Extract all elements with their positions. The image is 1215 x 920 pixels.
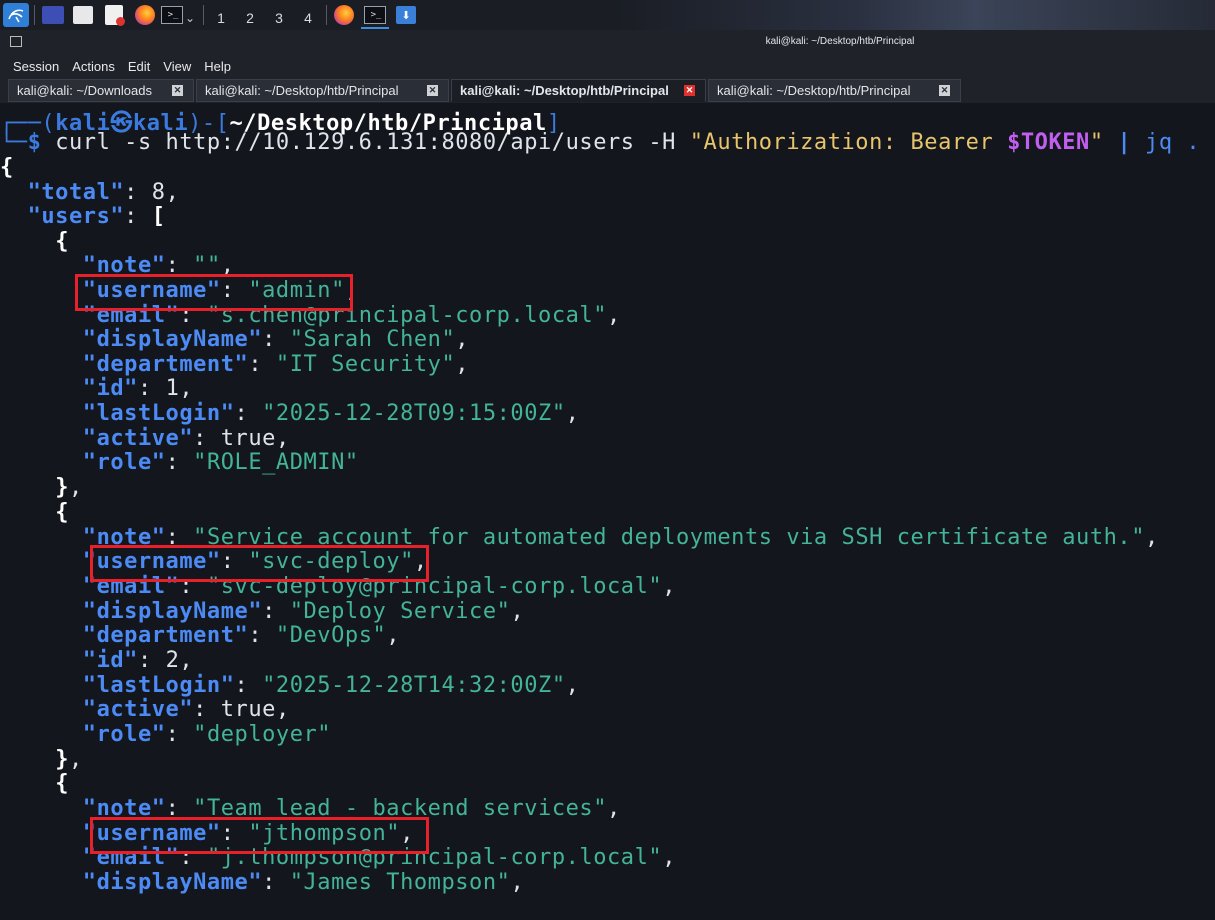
- menu-help[interactable]: Help: [204, 59, 231, 74]
- close-icon[interactable]: ✕: [427, 85, 438, 96]
- command-line: └─$ curl -s http://10.129.6.131:8080/api…: [0, 130, 1201, 155]
- menu-actions[interactable]: Actions: [72, 59, 115, 74]
- desktop-icon[interactable]: [42, 6, 64, 24]
- workspace-4[interactable]: 4: [298, 6, 318, 30]
- text-editor-icon[interactable]: [105, 5, 125, 26]
- json-active: "active": true,: [82, 426, 290, 451]
- firefox-icon[interactable]: [334, 5, 354, 25]
- menu-view[interactable]: View: [163, 59, 191, 74]
- close-icon[interactable]: ✕: [684, 85, 695, 96]
- workspace-2[interactable]: 2: [240, 6, 260, 30]
- tab-label: kali@kali: ~/Desktop/htb/Principal: [205, 83, 399, 98]
- close-icon[interactable]: ✕: [172, 85, 183, 96]
- terminal-icon[interactable]: >_: [364, 6, 386, 24]
- command-pipe: |: [1117, 130, 1132, 155]
- username-highlight-box: [90, 545, 429, 582]
- command-token-var: $TOKEN: [1007, 130, 1090, 155]
- command-curl: curl -s http://10.129.6.131:8080/api/use…: [55, 130, 690, 155]
- json-line: {: [55, 229, 69, 254]
- username-highlight-box: [75, 274, 353, 311]
- json-displayname: "displayName": "Sarah Chen",: [82, 327, 470, 352]
- menubar: Session Actions Edit View Help: [0, 54, 1215, 78]
- close-icon[interactable]: ✕: [939, 85, 950, 96]
- file-manager-icon[interactable]: [73, 6, 93, 24]
- json-total: "total": 8,: [27, 180, 180, 205]
- taskbar-wallpaper: [615, 0, 1215, 30]
- firefox-icon[interactable]: [135, 5, 155, 25]
- json-line: {: [0, 155, 14, 180]
- taskbar-separator: [203, 5, 204, 25]
- json-department: "department": "IT Security",: [82, 352, 470, 377]
- workspace-1[interactable]: 1: [211, 6, 231, 30]
- json-lastlogin: "lastLogin": "2025-12-28T09:15:00Z",: [82, 401, 580, 426]
- tab-label: kali@kali: ~/Desktop/htb/Principal: [460, 83, 669, 98]
- taskbar-separator: [326, 5, 327, 25]
- tab-principal-1[interactable]: kali@kali: ~/Desktop/htb/Principal ✕: [196, 79, 449, 102]
- json-id: "id": 1,: [82, 376, 194, 401]
- tab-label: kali@kali: ~/Downloads: [17, 83, 152, 98]
- json-displayname: "displayName": "James Thompson",: [82, 870, 525, 895]
- taskbar: >_ ⌄ 1 2 3 4 >_ ⬇: [0, 0, 1215, 30]
- command-jq: jq .: [1145, 130, 1201, 155]
- json-role: "role": "deployer": [82, 722, 332, 747]
- active-task-indicator: [361, 27, 389, 29]
- json-role: "role": "ROLE_ADMIN": [82, 450, 359, 475]
- tab-principal-3[interactable]: kali@kali: ~/Desktop/htb/Principal ✕: [708, 79, 961, 102]
- command-header: "Authorization: Bearer: [689, 130, 1008, 155]
- taskbar-separator: [34, 5, 35, 25]
- json-department: "department": "DevOps",: [82, 623, 401, 648]
- workspace-3[interactable]: 3: [269, 6, 289, 30]
- terminal-icon[interactable]: >_: [161, 6, 183, 24]
- json-line: },: [55, 747, 83, 772]
- username-highlight-box: [90, 817, 429, 854]
- window-title: kali@kali: ~/Desktop/htb/Principal: [765, 36, 915, 47]
- download-icon[interactable]: ⬇: [396, 6, 416, 24]
- menu-edit[interactable]: Edit: [128, 59, 150, 74]
- menu-session[interactable]: Session: [13, 59, 59, 74]
- tab-bar: kali@kali: ~/Downloads ✕ kali@kali: ~/De…: [0, 78, 1215, 103]
- chevron-down-icon[interactable]: ⌄: [185, 6, 195, 30]
- json-displayname: "displayName": "Deploy Service",: [82, 599, 525, 624]
- json-line: },: [55, 475, 83, 500]
- tab-downloads[interactable]: kali@kali: ~/Downloads ✕: [8, 79, 194, 102]
- window-titlebar: kali@kali: ~/Desktop/htb/Principal: [0, 30, 1215, 54]
- json-lastlogin: "lastLogin": "2025-12-28T14:32:00Z",: [82, 673, 580, 698]
- json-active: "active": true,: [82, 697, 290, 722]
- tab-principal-active[interactable]: kali@kali: ~/Desktop/htb/Principal ✕: [451, 79, 706, 102]
- json-users-key: "users": [: [27, 204, 166, 229]
- json-id: "id": 2,: [82, 648, 194, 673]
- kali-menu-icon[interactable]: [3, 3, 29, 27]
- terminal-output[interactable]: ┌──(kali㉿kali)-[~/Desktop/htb/Principal]…: [0, 103, 1215, 920]
- json-line: {: [55, 771, 69, 796]
- tab-label: kali@kali: ~/Desktop/htb/Principal: [717, 83, 911, 98]
- json-line: {: [55, 500, 69, 525]
